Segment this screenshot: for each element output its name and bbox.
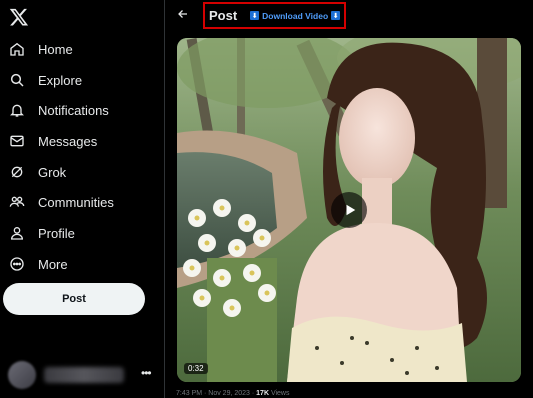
avatar	[8, 361, 36, 389]
download-icon: ⬇	[250, 11, 260, 20]
play-button[interactable]	[331, 192, 367, 228]
bell-icon	[0, 102, 34, 118]
person-icon	[0, 225, 34, 241]
video-duration: 0:32	[184, 363, 208, 374]
sidebar-item-profile[interactable]: Profile	[0, 219, 160, 247]
download-icon: ⬇	[331, 11, 341, 20]
sidebar-item-label: Profile	[38, 225, 75, 241]
back-arrow-icon[interactable]	[174, 5, 192, 23]
sidebar-item-notifications[interactable]: Notifications	[0, 96, 160, 124]
header-highlight: Post ⬇ Download Video ⬇	[203, 2, 346, 29]
post-meta: 7:43 PM · Nov 29, 2023 · 17K Views	[176, 390, 290, 397]
page-title: Post	[209, 8, 238, 23]
sidebar-item-label: Communities	[38, 194, 114, 210]
account-more-icon[interactable]: •••	[141, 366, 152, 380]
sidebar-item-label: Grok	[38, 164, 67, 180]
post-button[interactable]: Post	[3, 283, 145, 315]
sidebar-item-messages[interactable]: Messages	[0, 127, 160, 155]
post-timestamp[interactable]: 7:43 PM · Nov 29, 2023 ·	[176, 390, 256, 397]
envelope-icon	[0, 133, 34, 149]
app-window: Home Explore Notifications Messages Grok	[0, 0, 533, 398]
sidebar-item-communities[interactable]: Communities	[0, 188, 160, 216]
account-name-blurred	[44, 367, 124, 383]
grok-icon	[0, 164, 34, 180]
sidebar-item-label: Explore	[38, 72, 83, 88]
sidebar-item-more[interactable]: More	[0, 250, 160, 278]
download-video-label: Download Video	[262, 10, 329, 21]
download-video-button[interactable]: ⬇ Download Video ⬇	[247, 11, 343, 21]
more-circle-icon	[0, 256, 34, 272]
x-logo-icon[interactable]	[2, 0, 36, 34]
home-icon	[0, 41, 34, 57]
sidebar: Home Explore Notifications Messages Grok	[0, 0, 165, 398]
search-icon	[0, 72, 34, 88]
sidebar-item-label: Messages	[38, 133, 98, 149]
people-icon	[0, 194, 34, 210]
views-label: Views	[269, 390, 290, 397]
video-player[interactable]: 0:32	[177, 38, 521, 382]
sidebar-item-grok[interactable]: Grok	[0, 158, 160, 186]
sidebar-item-label: Notifications	[38, 102, 109, 118]
sidebar-item-label: More	[38, 256, 68, 272]
sidebar-item-home[interactable]: Home	[0, 35, 160, 63]
main-column: Post ⬇ Download Video ⬇ 0:32 7:43 PM · N…	[166, 0, 533, 398]
play-icon	[346, 204, 356, 216]
account-switcher[interactable]: •••	[0, 355, 160, 395]
sidebar-item-explore[interactable]: Explore	[0, 66, 160, 94]
sidebar-item-label: Home	[38, 41, 73, 57]
view-count: 17K	[256, 390, 269, 397]
